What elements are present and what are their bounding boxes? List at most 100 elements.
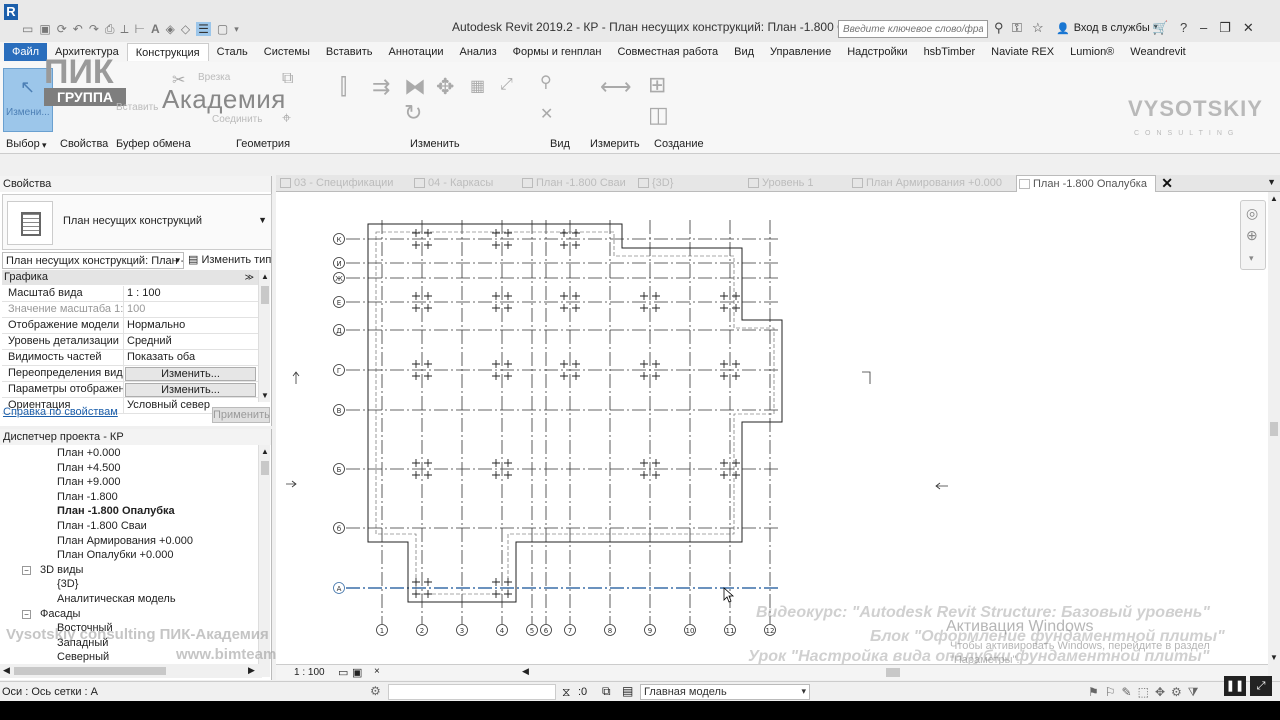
view-tab[interactable]: Уровень 1	[746, 175, 836, 192]
pile-mark[interactable]	[504, 241, 512, 249]
property-value[interactable]: 1 : 100	[124, 286, 258, 301]
pile-mark[interactable]	[560, 304, 568, 312]
pile-mark[interactable]	[424, 578, 432, 586]
ribbon-group-label[interactable]: Создание	[654, 138, 704, 150]
pile-mark[interactable]	[424, 304, 432, 312]
create-assembly-icon[interactable]: ⊞	[648, 72, 666, 98]
filter-icon[interactable]: ⧖	[562, 685, 570, 700]
property-row[interactable]: Значение масштаба 1: 100	[2, 302, 258, 318]
pile-mark[interactable]	[504, 360, 512, 368]
pile-mark[interactable]	[424, 471, 432, 479]
measure-icon[interactable]: ⟂	[120, 22, 128, 37]
measure-tool-icon[interactable]: ⟷	[600, 74, 632, 100]
section-mark-left[interactable]	[292, 371, 300, 384]
browser-hscroll[interactable]: ◀ ▶	[0, 664, 262, 678]
tree-item[interactable]: План Опалубки +0.000	[57, 549, 174, 561]
foundation-plan[interactable]: КИЖЕДГВБбА1 2 3 4 5 6 7 8 9 10 11 12	[276, 192, 1268, 664]
tree-item[interactable]: {3D}	[57, 578, 78, 590]
view-tab[interactable]: 04 - Каркасы	[412, 175, 502, 192]
pile-mark[interactable]	[492, 304, 500, 312]
tree-collapse-icon[interactable]: −	[22, 609, 31, 619]
canvas-hscroll-thumb[interactable]	[886, 668, 900, 677]
pile-mark[interactable]	[720, 459, 728, 467]
copy-icon[interactable]: ⧉	[282, 70, 293, 88]
ribbon-tab[interactable]: Формы и генплан	[505, 43, 610, 61]
pile-mark[interactable]	[412, 360, 420, 368]
property-value[interactable]: Нормально	[124, 318, 258, 333]
pile-mark[interactable]	[652, 459, 660, 467]
filter-selection-icon[interactable]: ⧩	[1188, 685, 1199, 700]
edit-type-button[interactable]: ▤ Изменить тип	[188, 253, 271, 266]
pile-mark[interactable]	[652, 471, 660, 479]
open-icon[interactable]: ▭	[22, 22, 33, 36]
redo-icon[interactable]: ↷	[89, 22, 99, 36]
join-button[interactable]: Соединить	[212, 114, 262, 125]
pile-mark[interactable]	[424, 360, 432, 368]
pile-mark[interactable]	[720, 471, 728, 479]
ribbon-tab[interactable]: Naviate REX	[983, 43, 1062, 61]
ribbon-group-label[interactable]: Свойства	[60, 138, 108, 150]
view-tab[interactable]: План Армирования +0.000	[850, 175, 1002, 192]
property-row[interactable]: Видимость частей Показать оба	[2, 350, 258, 366]
pile-mark[interactable]	[412, 241, 420, 249]
pile-mark[interactable]	[732, 459, 740, 467]
close-hidden-icon[interactable]: ▢	[217, 22, 228, 36]
pile-mark[interactable]	[424, 241, 432, 249]
ribbon-tab[interactable]: Надстройки	[839, 43, 915, 61]
section-mark-right[interactable]	[862, 371, 871, 384]
pile-mark[interactable]	[640, 372, 648, 380]
ribbon-tab[interactable]: Сталь	[209, 43, 256, 61]
pile-mark[interactable]	[492, 241, 500, 249]
pile-mark[interactable]	[412, 372, 420, 380]
tree-item[interactable]: План Армирования +0.000	[57, 535, 193, 547]
pile-mark[interactable]	[412, 578, 420, 586]
slab-outline[interactable]	[367, 223, 783, 603]
tree-item[interactable]: План -1.800	[57, 491, 118, 503]
view-tab[interactable]: План -1.800 Опалубка ✕	[1016, 175, 1173, 192]
background-process-icon[interactable]: ⚙	[1171, 685, 1182, 700]
split-icon[interactable]: ⌖	[282, 110, 291, 128]
pile-mark[interactable]	[560, 241, 568, 249]
pile-mark[interactable]	[412, 590, 420, 598]
revit-logo-icon[interactable]: R	[4, 4, 18, 20]
pile-mark[interactable]	[492, 578, 500, 586]
pile-mark[interactable]	[572, 292, 580, 300]
scroll-left-icon[interactable]: ◀	[3, 665, 10, 676]
pile-mark[interactable]	[424, 229, 432, 237]
tree-item[interactable]: План +9.000	[57, 476, 121, 488]
view-tab[interactable]: 03 - Спецификации	[278, 175, 393, 192]
binoculars-icon[interactable]: ⚲	[994, 20, 1004, 36]
instance-selector[interactable]: План несущих конструкций: План - ▾	[2, 252, 184, 269]
view-tab[interactable]: {3D}	[636, 175, 726, 192]
worksets-icon[interactable]: ⚙	[370, 684, 381, 698]
nav-dropdown-icon[interactable]: ▾	[1249, 253, 1254, 264]
login-button[interactable]: 👤 Вход в службы ▾	[1056, 22, 1158, 35]
mirror-icon[interactable]: ⧓	[404, 74, 426, 100]
pile-mark[interactable]	[572, 360, 580, 368]
ribbon-tab[interactable]: Вставить	[318, 43, 381, 61]
pile-mark[interactable]	[652, 304, 660, 312]
close-icon[interactable]: ×	[374, 666, 380, 677]
delete-icon[interactable]: ✕	[540, 104, 553, 124]
section-icon[interactable]: ◇	[181, 22, 190, 36]
thin-lines-icon[interactable]: ☰	[196, 22, 211, 36]
pile-mark[interactable]	[720, 372, 728, 380]
type-selector[interactable]: План несущих конструкций ▼	[2, 194, 272, 250]
scroll-down-icon[interactable]: ▼	[261, 391, 269, 400]
property-row[interactable]: Отображение модели Нормально	[2, 318, 258, 334]
pile-mark[interactable]	[652, 360, 660, 368]
scroll-up-icon[interactable]: ▲	[261, 447, 269, 456]
pile-mark[interactable]	[560, 360, 568, 368]
pile-mark[interactable]	[560, 229, 568, 237]
pile-mark[interactable]	[504, 471, 512, 479]
pile-mark[interactable]	[652, 372, 660, 380]
pile-mark[interactable]	[572, 304, 580, 312]
edit-overrides-button[interactable]: Изменить...	[125, 383, 256, 397]
property-row[interactable]: Уровень детализации Средний	[2, 334, 258, 350]
pile-mark[interactable]	[412, 292, 420, 300]
pile-mark[interactable]	[504, 578, 512, 586]
properties-help-link[interactable]: Справка по свойствам	[3, 406, 118, 418]
property-value[interactable]: 100	[124, 302, 258, 317]
pile-mark[interactable]	[492, 360, 500, 368]
pile-mark[interactable]	[720, 292, 728, 300]
